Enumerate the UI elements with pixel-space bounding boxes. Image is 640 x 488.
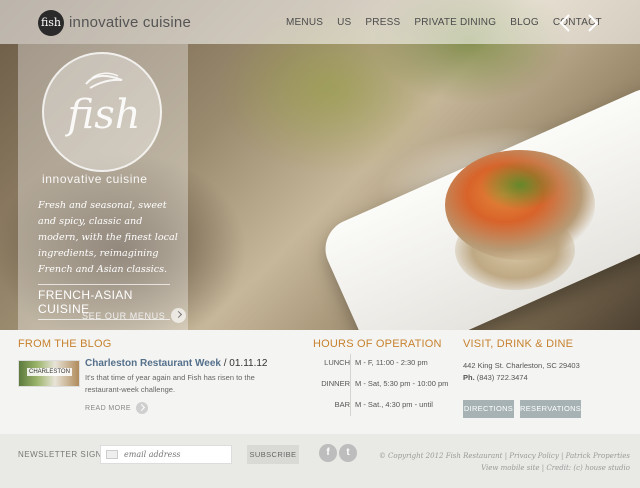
hours-divider	[350, 354, 351, 416]
hours-title: HOURS OF OPERATION	[313, 338, 442, 350]
blog-post-title[interactable]: Charleston Restaurant Week	[85, 358, 221, 369]
hours-label: BAR	[334, 400, 350, 409]
nav-us[interactable]: US	[337, 17, 351, 28]
address: 442 King St. Charleston, SC 29403	[463, 361, 580, 370]
copyright-line-1[interactable]: © Copyright 2012 Fish Restaurant | Priva…	[366, 450, 630, 462]
read-more-label: READ MORE	[85, 404, 131, 412]
hero-image: fish innovative cuisine MENUS US PRESS P…	[0, 0, 640, 330]
right-arrow-icon[interactable]	[582, 12, 602, 34]
nav-press[interactable]: PRESS	[365, 17, 400, 28]
hours-value: M - Sat, 5:30 pm - 10:00 pm	[355, 379, 449, 388]
bird-icon	[85, 72, 123, 89]
hero-description: Fresh and seasonal, sweet and spicy, cla…	[38, 200, 178, 275]
blog-excerpt: It's that time of year again and Fish ha…	[85, 373, 255, 394]
info-band: FROM THE BLOG CHARLESTON Charleston Rest…	[0, 330, 640, 434]
facebook-icon[interactable]: f	[319, 444, 337, 462]
blog-thumbnail[interactable]: CHARLESTON	[18, 360, 80, 387]
read-more-link[interactable]: READ MORE	[85, 402, 148, 414]
blog-title: FROM THE BLOG	[18, 338, 112, 350]
chevron-right-icon	[171, 308, 187, 323]
phone-number[interactable]: (843) 722.3474	[475, 373, 528, 382]
hours-value: M - F, 11:00 - 2:30 pm	[355, 358, 428, 367]
left-arrow-icon[interactable]	[556, 12, 576, 34]
hours-label: DINNER	[321, 379, 350, 388]
phone-label: Ph.	[463, 373, 475, 382]
directions-button[interactable]: DIRECTIONS	[463, 400, 514, 418]
twitter-icon[interactable]: t	[339, 444, 357, 462]
nav-blog[interactable]: BLOG	[510, 17, 539, 28]
see-menus-link[interactable]: SEE OUR MENUS	[82, 308, 187, 323]
mail-icon	[106, 450, 118, 459]
subscribe-button[interactable]: SUBSCRIBE	[247, 445, 299, 464]
hero-tagline: innovative cuisine	[42, 172, 148, 186]
brand-name[interactable]: innovative cuisine	[69, 14, 191, 31]
nav-private-dining[interactable]: PRIVATE DINING	[414, 17, 496, 28]
logo-badge[interactable]: fish	[38, 10, 64, 36]
footer: NEWSLETTER SIGNUP SUBSCRIBE f t © Copyri…	[0, 434, 640, 488]
email-field[interactable]	[100, 445, 232, 464]
hero-sidebar: fish innovative cuisine Fresh and season…	[18, 44, 188, 330]
copyright-line-2[interactable]: View mobile site | Credit: (c) house stu…	[366, 462, 630, 474]
hours-label: LUNCH	[324, 358, 350, 367]
chevron-right-icon	[136, 402, 148, 414]
blog-post-date: / 01.11.12	[220, 358, 268, 369]
reservations-button[interactable]: RESERVATIONS	[520, 400, 581, 418]
blog-post-heading: Charleston Restaurant Week / 01.11.12	[85, 358, 268, 369]
nav-menus[interactable]: MENUS	[286, 17, 323, 28]
phone: Ph. (843) 722.3474	[463, 372, 580, 384]
logo-seal: fish	[42, 52, 162, 172]
visit-title: VISIT, DRINK & DINE	[463, 338, 574, 350]
visit-address-block: 442 King St. Charleston, SC 29403 Ph. (8…	[463, 360, 580, 384]
seal-word: fish	[67, 92, 141, 138]
hours-value: M - Sat., 4:30 pm - until	[355, 400, 433, 409]
header-bar: fish innovative cuisine MENUS US PRESS P…	[0, 0, 640, 44]
food-image-herbs	[480, 160, 560, 210]
blog-thumb-text: CHARLESTON	[27, 368, 72, 376]
see-menus-label: SEE OUR MENUS	[82, 310, 166, 321]
copyright: © Copyright 2012 Fish Restaurant | Priva…	[366, 450, 630, 474]
